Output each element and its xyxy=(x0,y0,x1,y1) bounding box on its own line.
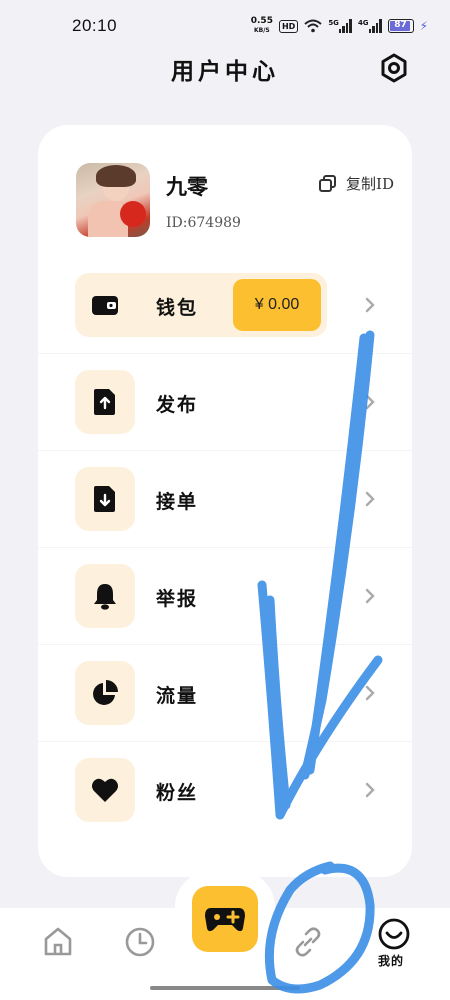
net-speed: 0.55 KB/S xyxy=(251,16,273,36)
wallet-icon xyxy=(75,273,135,337)
battery-icon: 87 xyxy=(387,19,414,33)
copy-icon xyxy=(319,174,337,192)
traffic-label: 流量 xyxy=(156,685,199,707)
chevron-right-icon xyxy=(365,394,375,410)
chevron-right-icon xyxy=(365,297,375,313)
status-bar: 20:10 0.55 KB/S HD 5G 4G 87 ⚡ xyxy=(0,0,450,52)
net-speed-unit: KB/S xyxy=(253,27,270,34)
clock-icon xyxy=(125,927,155,957)
nav-mine-label: 我的 xyxy=(378,954,405,968)
status-time: 20:10 xyxy=(72,16,118,35)
chevron-right-icon xyxy=(365,491,375,507)
settings-button[interactable] xyxy=(378,52,410,84)
home-indicator[interactable] xyxy=(150,986,300,990)
net-speed-value: 0.55 xyxy=(250,16,273,26)
signal-4g-label: 4G xyxy=(357,19,369,27)
nav-history[interactable] xyxy=(122,924,158,960)
copy-id-button[interactable]: 复制ID xyxy=(318,173,394,194)
file-download-icon xyxy=(75,467,135,531)
battery-level: 87 xyxy=(394,20,407,30)
publish-label: 发布 xyxy=(156,394,199,416)
menu-item-publish[interactable]: 发布 xyxy=(38,354,412,451)
pie-chart-icon xyxy=(75,661,135,725)
gamepad-icon xyxy=(205,908,245,932)
menu-item-fans[interactable]: 粉丝 xyxy=(38,742,412,839)
menu-item-accept-order[interactable]: 接单 xyxy=(38,451,412,548)
home-icon xyxy=(44,927,72,956)
gear-icon xyxy=(381,53,407,83)
signal-5g-icon: 5G xyxy=(328,19,352,33)
file-upload-icon xyxy=(75,370,135,434)
bell-icon xyxy=(75,564,135,628)
report-label: 举报 xyxy=(156,588,199,610)
charging-icon: ⚡ xyxy=(419,19,428,33)
smile-icon xyxy=(378,918,410,950)
chevron-right-icon xyxy=(365,782,375,798)
wifi-icon xyxy=(304,19,322,33)
wallet-balance-button[interactable]: ¥ 0.00 xyxy=(233,279,321,331)
signal-4g-icon: 4G xyxy=(358,19,382,33)
menu-list: 钱包 ¥ 0.00 发布 接单 举报 流量 粉丝 xyxy=(38,257,412,839)
signal-5g-label: 5G xyxy=(328,19,339,27)
copy-id-label: 复制ID xyxy=(346,175,394,193)
nav-home[interactable] xyxy=(40,924,76,960)
wallet-label: 钱包 xyxy=(156,297,199,319)
username: 九零 xyxy=(166,174,208,199)
fans-label: 粉丝 xyxy=(156,782,199,804)
nav-mine[interactable] xyxy=(376,916,412,952)
accept-order-label: 接单 xyxy=(156,491,199,513)
menu-item-wallet[interactable]: 钱包 ¥ 0.00 xyxy=(38,257,412,354)
avatar[interactable] xyxy=(76,163,150,237)
user-card: 九零 ID:674989 复制ID 钱包 ¥ 0.00 发布 接单 举报 流量 … xyxy=(38,125,412,877)
hd-badge: HD xyxy=(278,19,299,33)
status-icons: 0.55 KB/S HD 5G 4G 87 ⚡ xyxy=(251,16,428,36)
nav-link[interactable] xyxy=(290,924,326,960)
menu-item-report[interactable]: 举报 xyxy=(38,548,412,645)
nav-game-button[interactable] xyxy=(192,886,258,952)
chevron-right-icon xyxy=(365,588,375,604)
user-id: ID:674989 xyxy=(166,215,241,231)
chevron-right-icon xyxy=(365,685,375,701)
heart-icon xyxy=(75,758,135,822)
link-icon xyxy=(295,927,321,957)
profile-section: 九零 ID:674989 复制ID xyxy=(76,163,396,237)
menu-item-traffic[interactable]: 流量 xyxy=(38,645,412,742)
